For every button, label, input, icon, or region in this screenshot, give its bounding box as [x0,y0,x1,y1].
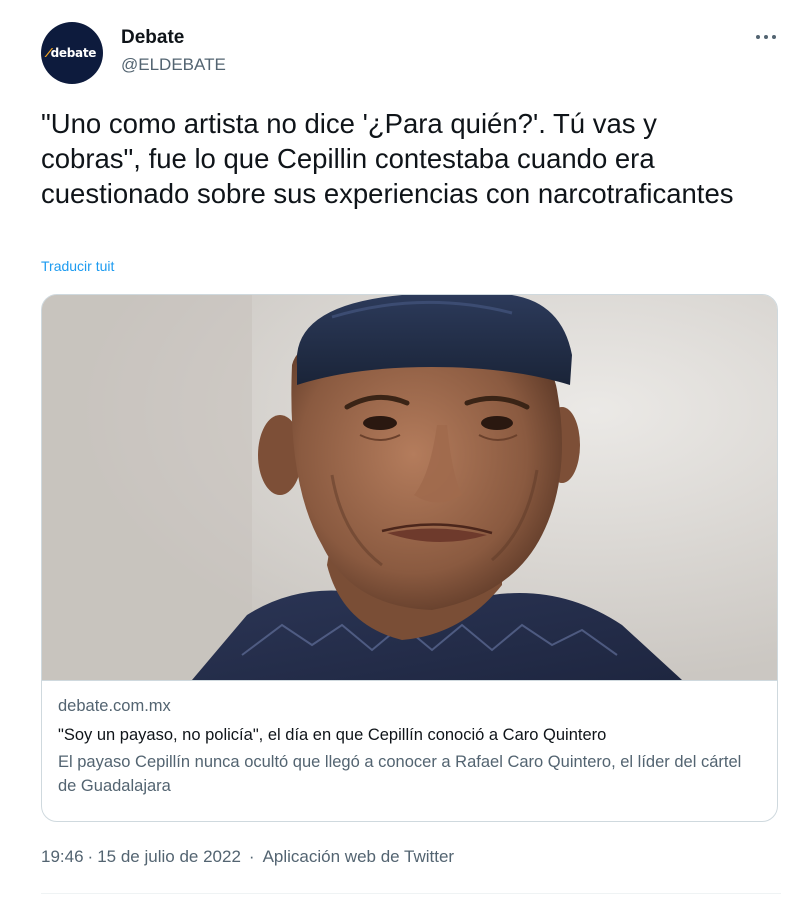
tweet-time[interactable]: 19:46 [41,847,84,867]
tweet-text: "Uno como artista no dice '¿Para quién?'… [41,108,734,209]
meta-separator: · [87,847,94,866]
card-image[interactable] [42,295,777,680]
card-body[interactable]: debate.com.mx "Soy un payaso, no policía… [42,680,777,821]
link-card[interactable]: debate.com.mx "Soy un payaso, no policía… [41,294,778,822]
photo-of-man-in-cap-icon [42,295,777,680]
debate-logo-icon: ⁄ debate [47,46,97,60]
card-domain: debate.com.mx [58,697,171,715]
tweet-date[interactable]: 15 de julio de 2022 [97,847,241,867]
tweet-meta: 19:46 · 15 de julio de 2022 · Aplicación… [41,847,454,867]
more-button[interactable] [751,24,781,50]
translate-tweet-link[interactable]: Traducir tuit [41,258,114,274]
tweet: ⁄ debate Debate @ELDEBATE "Uno como artis… [0,0,800,899]
more-horizontal-icon [756,35,776,39]
avatar[interactable]: ⁄ debate [41,22,103,84]
card-description: El payaso Cepillín nunca ocultó que lleg… [58,753,742,795]
avatar-logo-text: debate [50,46,97,60]
card-title: "Soy un payaso, no policía", el día en q… [58,726,607,744]
meta-separator: · [248,847,255,866]
divider [41,893,781,894]
handle[interactable]: @ELDEBATE [121,55,226,75]
source-app-link[interactable]: Aplicación web de Twitter [263,847,455,867]
display-name[interactable]: Debate [121,27,184,49]
